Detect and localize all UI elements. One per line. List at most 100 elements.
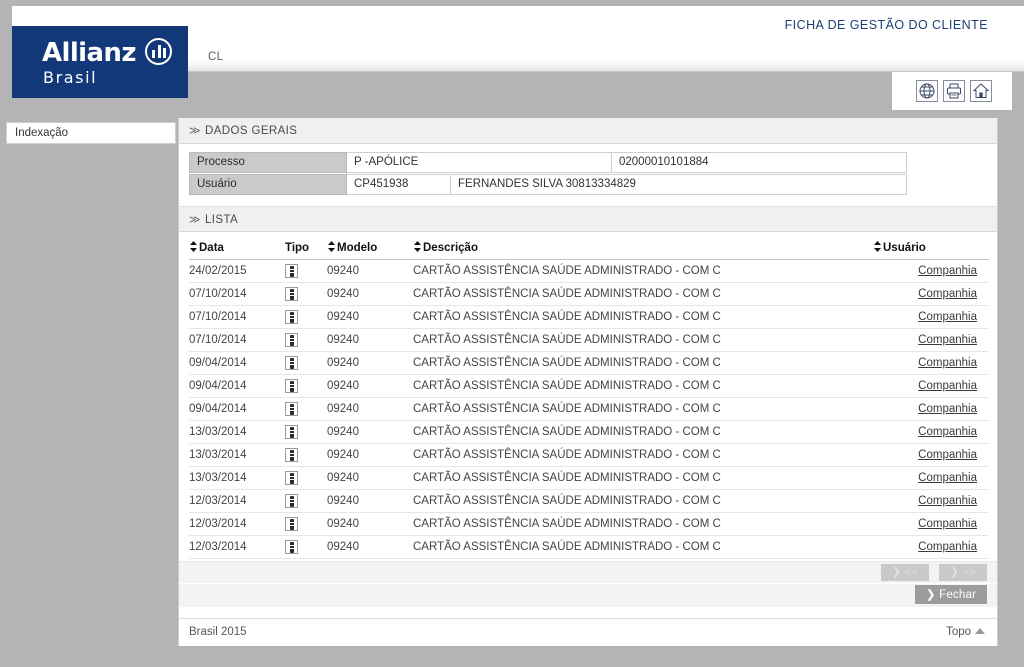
cell-tipo[interactable] xyxy=(285,489,327,513)
cell-data: 13/03/2014 xyxy=(189,466,285,490)
table-row[interactable]: 09/04/2014 09240 CARTÃO ASSISTÊNCIA SAÚDE … xyxy=(189,374,989,398)
cell-data: 13/03/2014 xyxy=(189,443,285,467)
document-icon[interactable] xyxy=(285,448,298,462)
document-icon[interactable] xyxy=(285,379,298,393)
table-row[interactable]: 07/10/2014 09240 CARTÃO ASSISTÊNCIA SAÚDE … xyxy=(189,282,989,306)
home-icon[interactable] xyxy=(970,80,992,102)
cell-usuario: Companhia xyxy=(873,420,989,444)
cell-tipo[interactable] xyxy=(285,443,327,467)
cell-tipo[interactable] xyxy=(285,305,327,329)
back-to-top-link[interactable]: Topo xyxy=(946,626,985,638)
document-icon[interactable] xyxy=(285,333,298,347)
column-header-descricao[interactable]: Descrição xyxy=(413,238,873,260)
document-icon[interactable] xyxy=(285,310,298,324)
sort-icon[interactable] xyxy=(413,241,422,252)
tab-cl[interactable]: CL xyxy=(208,51,223,63)
table-row[interactable]: 07/10/2014 09240 CARTÃO ASSISTÊNCIA SAÚDE … xyxy=(189,328,989,352)
cell-descricao: CARTÃO ASSISTÊNCIA SAÚDE ADMINISTRADO - … xyxy=(413,466,873,490)
cell-data: 07/10/2014 xyxy=(189,328,285,352)
printer-icon[interactable] xyxy=(943,80,965,102)
cell-descricao: CARTÃO ASSISTÊNCIA SAÚDE ADMINISTRADO - … xyxy=(413,328,873,352)
cell-tipo[interactable] xyxy=(285,259,327,283)
cell-usuario: Companhia xyxy=(873,397,989,421)
document-icon[interactable] xyxy=(285,471,298,485)
sort-icon[interactable] xyxy=(327,241,336,252)
pagination-prev-button[interactable]: ❯ << xyxy=(881,564,929,581)
cell-data: 12/03/2014 xyxy=(189,535,285,559)
table-row[interactable]: 09/04/2014 09240 CARTÃO ASSISTÊNCIA SAÚDE … xyxy=(189,351,989,375)
cell-tipo[interactable] xyxy=(285,397,327,421)
document-icon[interactable] xyxy=(285,425,298,439)
cell-tipo[interactable] xyxy=(285,282,327,306)
usuario-link[interactable]: Companhia xyxy=(918,334,977,346)
column-label-descricao: Descrição xyxy=(423,242,478,254)
usuario-link[interactable]: Companhia xyxy=(918,311,977,323)
table-row[interactable]: 24/02/2015 09240 CARTÃO ASSISTÊNCIA SAÚDE … xyxy=(189,259,989,283)
cell-tipo[interactable] xyxy=(285,420,327,444)
cell-data: 07/10/2014 xyxy=(189,282,285,306)
column-header-data[interactable]: Data xyxy=(189,238,285,260)
table-row[interactable]: 13/03/2014 09240 CARTÃO ASSISTÊNCIA SAÚDE … xyxy=(189,420,989,444)
usuario-link[interactable]: Companhia xyxy=(918,449,977,461)
sidebar-item-indexacao[interactable]: Indexação xyxy=(6,122,176,144)
document-icon[interactable] xyxy=(285,540,298,554)
usuario-link[interactable]: Companhia xyxy=(918,380,977,392)
document-icon[interactable] xyxy=(285,494,298,508)
document-icon[interactable] xyxy=(285,517,298,531)
logo-wordmark: Allianz xyxy=(42,38,136,68)
cell-modelo: 09240 xyxy=(327,466,413,490)
value-processo-numero: 02000010101884 xyxy=(612,152,907,173)
cell-tipo[interactable] xyxy=(285,512,327,536)
cell-descricao: CARTÃO ASSISTÊNCIA SAÚDE ADMINISTRADO - … xyxy=(413,443,873,467)
sort-icon[interactable] xyxy=(873,241,882,252)
table-row[interactable]: 13/03/2014 09240 CARTÃO ASSISTÊNCIA SAÚDE … xyxy=(189,466,989,490)
cell-tipo[interactable] xyxy=(285,351,327,375)
table-row[interactable]: 12/03/2014 09240 CARTÃO ASSISTÊNCIA SAÚDE … xyxy=(189,535,989,559)
usuario-link[interactable]: Companhia xyxy=(918,472,977,484)
cell-tipo[interactable] xyxy=(285,466,327,490)
document-icon[interactable] xyxy=(285,356,298,370)
cell-usuario: Companhia xyxy=(873,443,989,467)
section-header-lista[interactable]: ≫ LISTA xyxy=(179,206,997,232)
section-header-dados-gerais[interactable]: ≫ DADOS GERAIS xyxy=(179,118,997,144)
chevron-collapse-icon[interactable]: ≫ xyxy=(189,213,201,226)
table-row[interactable]: 09/04/2014 09240 CARTÃO ASSISTÊNCIA SAÚDE … xyxy=(189,397,989,421)
column-header-usuario[interactable]: Usuário xyxy=(873,238,989,260)
table-row[interactable]: 12/03/2014 09240 CARTÃO ASSISTÊNCIA SAÚDE … xyxy=(189,512,989,536)
pagination-next-button[interactable]: ❯ >> xyxy=(939,564,987,581)
cell-usuario: Companhia xyxy=(873,466,989,490)
cell-usuario: Companhia xyxy=(873,328,989,352)
table-row[interactable]: 13/03/2014 09240 CARTÃO ASSISTÊNCIA SAÚDE … xyxy=(189,443,989,467)
document-icon[interactable] xyxy=(285,264,298,278)
usuario-link[interactable]: Companhia xyxy=(918,541,977,553)
cell-data: 09/04/2014 xyxy=(189,397,285,421)
cell-descricao: CARTÃO ASSISTÊNCIA SAÚDE ADMINISTRADO - … xyxy=(413,512,873,536)
cell-tipo[interactable] xyxy=(285,374,327,398)
table-row[interactable]: 12/03/2014 09240 CARTÃO ASSISTÊNCIA SAÚDE … xyxy=(189,489,989,513)
column-label-tipo: Tipo xyxy=(285,241,310,254)
column-header-modelo[interactable]: Modelo xyxy=(327,238,413,260)
document-icon[interactable] xyxy=(285,402,298,416)
usuario-link[interactable]: Companhia xyxy=(918,403,977,415)
usuario-link[interactable]: Companhia xyxy=(918,265,977,277)
cell-descricao: CARTÃO ASSISTÊNCIA SAÚDE ADMINISTRADO - … xyxy=(413,305,873,329)
usuario-link[interactable]: Companhia xyxy=(918,518,977,530)
cell-tipo[interactable] xyxy=(285,328,327,352)
document-icon[interactable] xyxy=(285,287,298,301)
cell-usuario: Companhia xyxy=(873,489,989,513)
sort-icon[interactable] xyxy=(189,241,198,252)
usuario-link[interactable]: Companhia xyxy=(918,357,977,369)
table-row[interactable]: 07/10/2014 09240 CARTÃO ASSISTÊNCIA SAÚDE … xyxy=(189,305,989,329)
usuario-link[interactable]: Companhia xyxy=(918,288,977,300)
cell-modelo: 09240 xyxy=(327,351,413,375)
chevron-collapse-icon[interactable]: ≫ xyxy=(189,124,201,137)
cell-modelo: 09240 xyxy=(327,420,413,444)
close-button[interactable]: ❯ Fechar xyxy=(915,585,987,604)
cell-usuario: Companhia xyxy=(873,305,989,329)
cell-tipo[interactable] xyxy=(285,535,327,559)
usuario-link[interactable]: Companhia xyxy=(918,426,977,438)
cell-data: 24/02/2015 xyxy=(189,259,285,283)
usuario-link[interactable]: Companhia xyxy=(918,495,977,507)
globe-icon[interactable] xyxy=(916,80,938,102)
toolbar-icon-bar xyxy=(892,72,1012,110)
